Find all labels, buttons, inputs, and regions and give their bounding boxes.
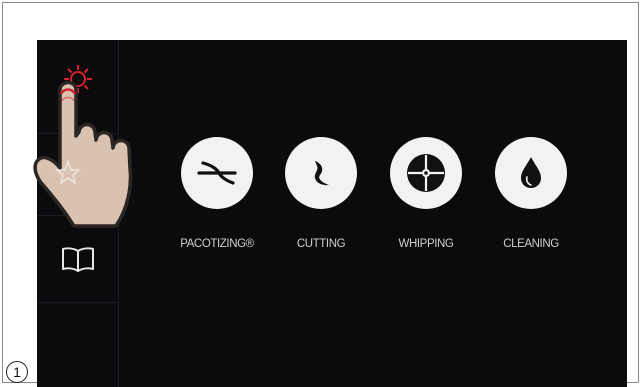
cutting-blade-icon bbox=[314, 161, 329, 186]
mode-whipping-button[interactable] bbox=[390, 137, 462, 209]
mode-pacotizing[interactable]: PACOTIZING® bbox=[162, 137, 272, 267]
mode-label: WHIPPING bbox=[398, 238, 454, 250]
mode-label: PACOTIZING® bbox=[180, 238, 254, 250]
mode-cleaning[interactable]: CLEANING bbox=[476, 137, 586, 267]
mode-cutting-button[interactable] bbox=[285, 137, 357, 209]
pacotizing-blade-icon bbox=[197, 161, 237, 185]
mode-cutting[interactable]: CUTTING bbox=[266, 137, 376, 267]
mode-cleaning-button[interactable] bbox=[495, 137, 567, 209]
step-number-marker: 1 bbox=[6, 361, 28, 383]
mode-pacotizing-button[interactable] bbox=[181, 137, 253, 209]
pointing-hand-icon bbox=[33, 80, 133, 228]
whipping-disc-icon bbox=[407, 154, 445, 192]
water-drop-icon bbox=[521, 157, 541, 188]
mode-label: CLEANING bbox=[503, 238, 559, 250]
mode-label: CUTTING bbox=[296, 238, 346, 250]
mode-whipping[interactable]: WHIPPING bbox=[371, 137, 481, 267]
